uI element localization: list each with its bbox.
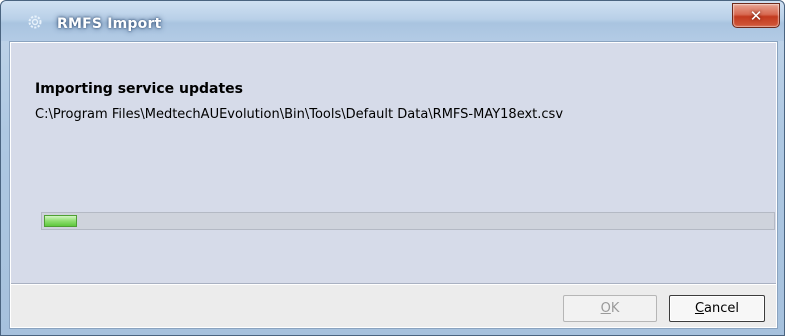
ok-button-label: K bbox=[610, 301, 620, 316]
app-gear-icon bbox=[28, 15, 42, 29]
ok-button[interactable]: OK bbox=[563, 295, 657, 322]
content-panel: Importing service updates C:\Program Fil… bbox=[11, 43, 776, 284]
cancel-button-mnemonic: C bbox=[694, 301, 705, 316]
progress-bar bbox=[41, 212, 775, 230]
window-title: RMFS Import bbox=[57, 16, 162, 32]
progress-bar-fill bbox=[44, 215, 77, 227]
title-bar[interactable]: RMFS Import ✕ bbox=[1, 1, 784, 41]
dialog-window: RMFS Import ✕ Importing service updates … bbox=[0, 0, 785, 336]
cancel-button[interactable]: Cancel bbox=[669, 295, 765, 322]
ok-button-mnemonic: O bbox=[600, 301, 611, 316]
close-icon: ✕ bbox=[749, 6, 763, 25]
status-heading: Importing service updates bbox=[35, 81, 243, 97]
cancel-button-label: ancel bbox=[704, 301, 740, 316]
close-button[interactable]: ✕ bbox=[732, 3, 780, 28]
button-strip: OK Cancel bbox=[11, 285, 776, 327]
dialog-client-area: Importing service updates C:\Program Fil… bbox=[9, 41, 778, 329]
file-path-label: C:\Program Files\MedtechAUEvolution\Bin\… bbox=[35, 107, 564, 122]
